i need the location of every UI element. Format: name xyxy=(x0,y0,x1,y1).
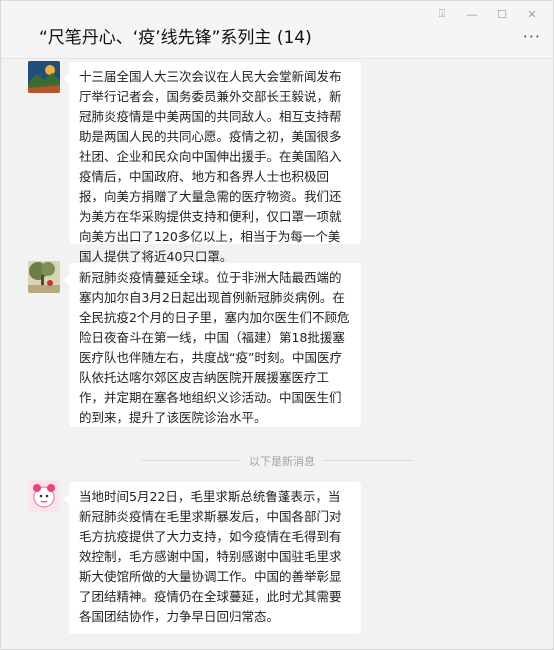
message-bubble[interactable]: 十三届全国人大三次会议在人民大会堂新闻发布厅举行记者会，国务委员兼外交部长王毅说… xyxy=(63,62,361,264)
maximize-icon[interactable]: ☐ xyxy=(487,3,517,25)
pin-icon[interactable]: ⍗ xyxy=(427,3,457,25)
avatar-landscape-image xyxy=(28,61,60,93)
more-options-icon[interactable]: ··· xyxy=(523,27,541,46)
window-controls: ⍗ — ☐ ✕ xyxy=(427,3,547,25)
chat-window: “尺笔丹心、‘疫’线先锋”系列主 (14) ⍗ — ☐ ✕ ··· 十三届全国人… xyxy=(0,0,554,650)
chat-title: “尺笔丹心、‘疫’线先锋”系列主 (14) xyxy=(39,28,312,48)
new-messages-divider: 以下是新消息 xyxy=(241,453,323,469)
message-bubble[interactable]: 当地时间5月22日，毛里求斯总统鲁蓬表示，当新冠肺炎疫情在毛里求斯暴发后，中国各… xyxy=(63,482,361,634)
avatar-tree-image xyxy=(28,261,60,293)
avatar-tree-photo[interactable] xyxy=(28,261,60,293)
minimize-icon[interactable]: — xyxy=(457,3,487,25)
message-bubble[interactable]: 新冠肺炎疫情蔓延全球。位于非洲大陆最西端的塞内加尔自3月2日起出现首例新冠肺炎病… xyxy=(63,263,361,427)
avatar-cartoon-pink[interactable] xyxy=(28,480,60,512)
avatar-landscape-painting[interactable] xyxy=(28,61,60,93)
avatar-cartoon-image xyxy=(28,480,60,512)
title-bar: “尺笔丹心、‘疫’线先锋”系列主 (14) ⍗ — ☐ ✕ ··· xyxy=(1,1,553,59)
message-list[interactable]: 十三届全国人大三次会议在人民大会堂新闻发布厅举行记者会，国务委员兼外交部长王毅说… xyxy=(1,60,553,650)
close-icon[interactable]: ✕ xyxy=(517,3,547,25)
